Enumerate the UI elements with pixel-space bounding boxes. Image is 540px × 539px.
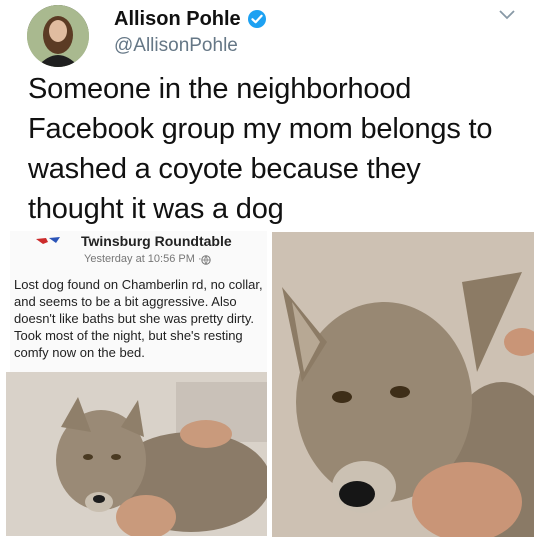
tweet-text: Someone in the neighborhood Facebook gro… [28,73,493,225]
verified-badge-icon [247,9,267,29]
coyote-photo-large [272,232,534,537]
group-name[interactable]: Twinsburg Roundtable [81,233,232,249]
post-timestamp: Yesterday at 10:56 PM · [84,253,202,265]
coyote-photo-small [6,372,267,536]
group-logo-icon [36,235,66,245]
post-body: Lost dog found on Chamberlin rd, no coll… [14,277,263,360]
author-name[interactable]: Allison Pohle [114,8,241,31]
author-handle[interactable]: @AllisonPohle [114,35,238,57]
tweet-header: Allison Pohle @AllisonPohle [0,0,540,72]
globe-icon [201,255,211,265]
avatar[interactable] [27,5,89,67]
chevron-down-icon[interactable] [497,8,517,22]
